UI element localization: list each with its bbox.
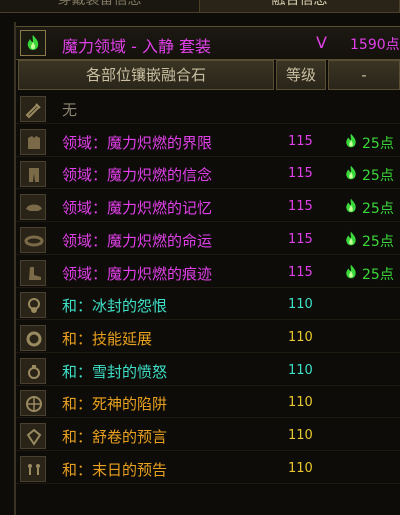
green-flame-icon	[346, 133, 356, 147]
bonus-points: 25点	[342, 227, 400, 253]
header-level: 等级	[276, 60, 326, 90]
bonus-points-value: 25点	[362, 266, 394, 283]
header-extra: -	[328, 60, 400, 90]
stone-name: 领域：魔力炽燃的信念	[62, 166, 213, 185]
shoes-icon	[20, 259, 46, 286]
list-item[interactable]: 和：技能延展 110	[16, 323, 400, 353]
coat-icon	[20, 128, 46, 155]
bonus-points-value: 25点	[362, 168, 394, 185]
tab-bar: 穿戴装备信息 融合信息	[0, 0, 400, 13]
list-item[interactable]: 无	[16, 94, 400, 124]
stone-name: 领域：魔力炽燃的命运	[62, 231, 213, 250]
row-divider	[16, 188, 400, 190]
bonus-points-value: 25点	[362, 135, 394, 152]
row-divider	[16, 351, 400, 353]
list-item[interactable]: 领域：魔力炽燃的痕迹 115 25点	[16, 258, 400, 288]
row-divider	[16, 384, 400, 386]
list-item[interactable]: 领域：魔力炽燃的信念 115 25点	[16, 159, 400, 190]
stone-name: 和：死神的陷阱	[62, 395, 168, 414]
bonus-points: 25点	[342, 260, 400, 286]
bracelet-icon	[20, 324, 46, 351]
row-divider	[16, 155, 400, 157]
shoulder-icon	[20, 194, 46, 221]
green-flame-icon	[346, 166, 356, 180]
row-divider	[16, 482, 400, 484]
set-points: 1590点	[350, 37, 400, 53]
set-v-label: V	[316, 33, 327, 52]
stone-name: 领域：魔力炽燃的痕迹	[62, 264, 213, 283]
tab-fusion-info[interactable]: 融合信息	[200, 0, 400, 12]
green-flame-icon	[20, 30, 46, 56]
list-item[interactable]: 和：雪封的愤怒 110	[16, 356, 400, 386]
list-item[interactable]: 和：冰封的怨恨 110	[16, 290, 400, 321]
stone-level: 115	[288, 231, 313, 247]
belt-icon	[20, 226, 46, 253]
row-divider	[16, 417, 400, 419]
row-divider	[16, 221, 400, 223]
stone-name: 和：舒卷的预言	[62, 428, 168, 446]
row-divider	[16, 319, 400, 321]
pants-icon	[20, 161, 46, 188]
amulet-icon	[20, 292, 46, 319]
list-item[interactable]: 和：末日的预告 110	[16, 454, 400, 484]
stone-name: 和：末日的预告	[62, 460, 168, 479]
bonus-points: 25点	[342, 161, 400, 187]
stone-level: 115	[288, 199, 313, 215]
stone-icon	[20, 423, 46, 449]
table-header: 各部位镶嵌融合石 等级 -	[16, 60, 400, 90]
stone-level: 110	[288, 297, 313, 313]
ring-icon	[20, 357, 46, 384]
green-flame-icon	[346, 198, 356, 213]
green-flame-icon	[346, 264, 356, 278]
stone-level: 110	[288, 395, 313, 411]
list-item[interactable]: 和：死神的陷阱 110	[16, 388, 400, 419]
stone-level: 110	[288, 428, 313, 443]
green-flame-icon	[346, 231, 356, 246]
set-title-row: 魔力领域 - 入静 套装 V 1590点	[16, 26, 400, 60]
weapon-icon	[20, 96, 46, 122]
tab-label: 穿戴装备信息	[57, 0, 142, 8]
stone-name: 无	[62, 101, 78, 119]
stone-level: 115	[288, 264, 313, 280]
stone-name: 和：冰封的怨恨	[62, 297, 168, 316]
list-item[interactable]: 领域：魔力炽燃的记忆 115 25点	[16, 192, 400, 223]
bonus-points: 25点	[342, 129, 400, 155]
stone-level: 115	[288, 133, 313, 149]
stone-level: 110	[288, 329, 313, 345]
list-item[interactable]: 领域：魔力炽燃的命运 115 25点	[16, 225, 400, 255]
row-divider	[16, 450, 400, 451]
row-divider	[16, 286, 400, 288]
tab-label: 融合信息	[271, 0, 328, 8]
stone-name: 和：雪封的愤怒	[62, 362, 168, 381]
bonus-points-value: 25点	[362, 201, 394, 218]
row-divider	[16, 253, 400, 255]
stone-name: 领域：魔力炽燃的记忆	[62, 199, 213, 218]
header-stone-name: 各部位镶嵌融合石	[18, 60, 274, 90]
stone-level: 115	[288, 166, 313, 182]
list-item[interactable]: 领域：魔力炽燃的界限 115 25点	[16, 127, 400, 157]
stone-name: 领域：魔力炽燃的界限	[62, 133, 213, 152]
list-item[interactable]: 和：舒卷的预言 110	[16, 421, 400, 451]
bonus-points: 25点	[342, 194, 400, 220]
stone-name: 和：技能延展	[62, 329, 153, 348]
set-name: 魔力领域 - 入静 套装	[62, 37, 212, 56]
earring-icon	[20, 455, 46, 482]
tab-equipment-info[interactable]: 穿戴装备信息	[0, 0, 200, 12]
stone-level: 110	[288, 460, 313, 476]
support-icon	[20, 390, 46, 417]
row-divider	[16, 123, 400, 124]
stone-level: 110	[288, 362, 313, 378]
bonus-points-value: 25点	[362, 233, 394, 250]
